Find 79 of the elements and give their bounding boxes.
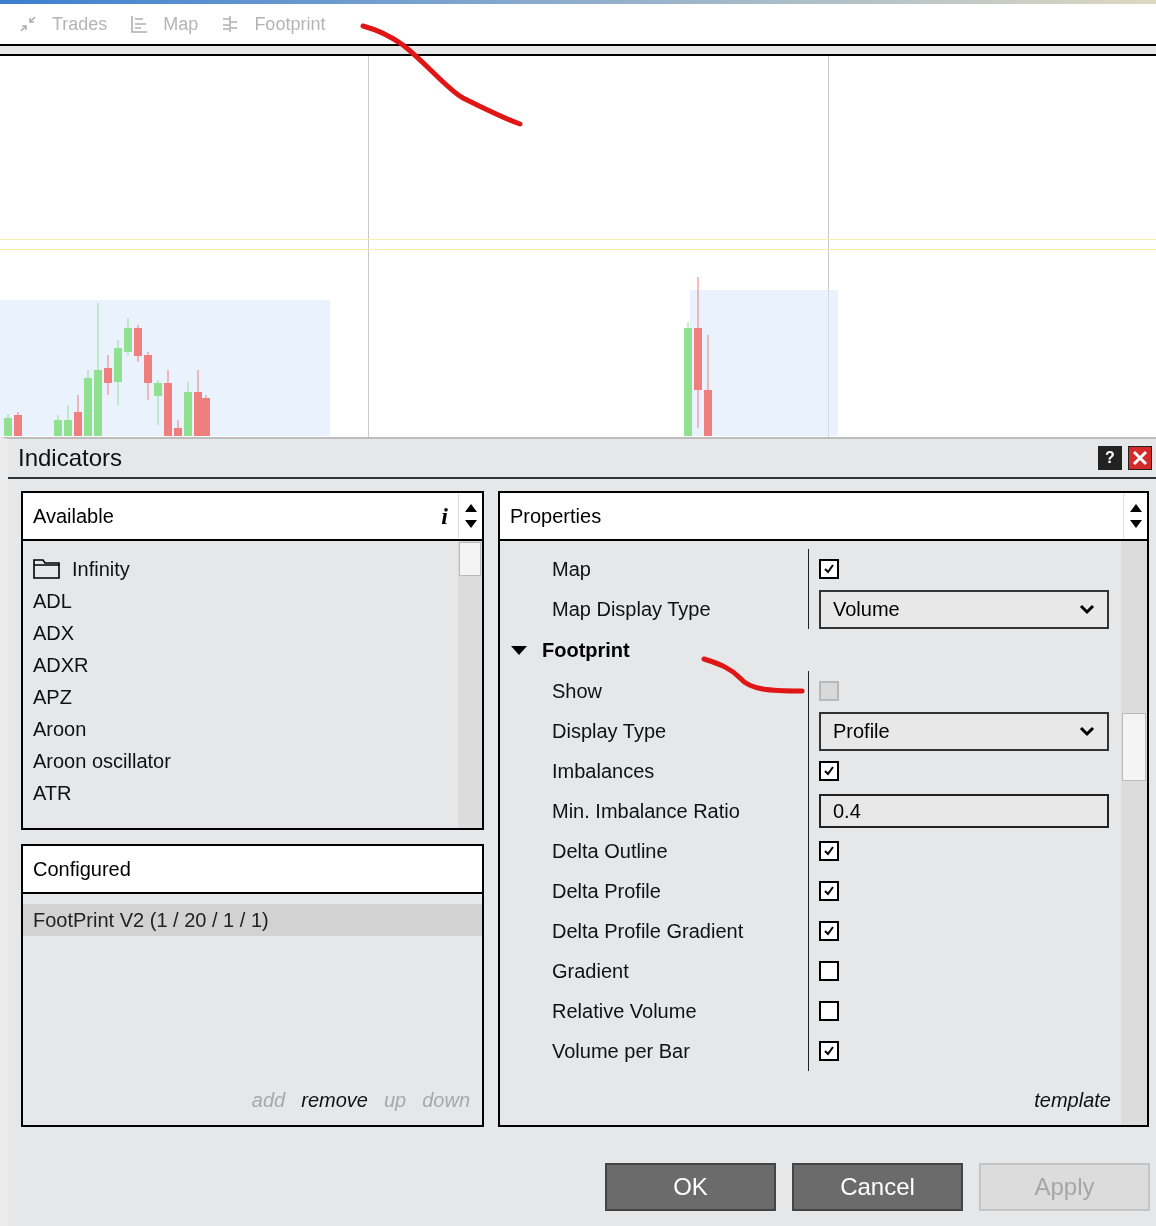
checkbox[interactable] <box>819 881 839 901</box>
input-field[interactable]: 0.4 <box>819 794 1109 828</box>
candlestick <box>184 381 192 437</box>
property-label: Delta Outline <box>551 839 669 864</box>
checkmark-icon <box>823 563 835 575</box>
caret-down-icon <box>510 644 528 656</box>
close-button[interactable] <box>1128 446 1152 470</box>
candlestick <box>84 369 92 437</box>
bar-lines-icon <box>129 14 150 34</box>
property-label: Imbalances <box>551 759 656 784</box>
configured-item[interactable]: FootPrint V2 (1 / 20 / 1 / 1) <box>23 904 482 936</box>
candlestick <box>154 379 162 426</box>
collapse-arrows-icon <box>18 14 38 34</box>
indicator-item[interactable]: ADL <box>33 585 458 617</box>
dialog-button[interactable]: OK <box>605 1163 776 1211</box>
candlestick <box>144 351 152 401</box>
dialog-button[interactable]: Cancel <box>792 1163 963 1211</box>
property-label: Display Type <box>551 719 668 744</box>
folder-icon <box>33 559 60 579</box>
scrollbar[interactable] <box>1121 541 1147 1125</box>
property-label: Show <box>551 679 604 704</box>
group-header[interactable]: Footprint <box>500 629 1121 671</box>
panel-title: Configured <box>32 857 131 882</box>
candlestick <box>164 369 172 437</box>
checkmark-icon <box>823 925 835 937</box>
checkbox[interactable] <box>819 1001 839 1021</box>
arrow-up-icon <box>1129 504 1142 512</box>
panel-title: Available <box>32 504 115 529</box>
indicator-item[interactable]: APZ <box>33 681 458 713</box>
candlestick <box>14 411 22 437</box>
checkmark-icon <box>823 845 835 857</box>
candlestick <box>104 354 112 396</box>
candlestick <box>4 413 12 437</box>
info-button[interactable]: i <box>431 498 458 534</box>
checkmark-icon <box>823 885 835 897</box>
property-label: Delta Profile Gradient <box>551 919 745 944</box>
candlestick <box>64 404 72 437</box>
indicator-item[interactable]: Aroon oscillator <box>33 745 458 777</box>
property-label: Map Display Type <box>551 597 712 622</box>
property-label: Delta Profile <box>551 879 662 904</box>
checkbox[interactable] <box>819 559 839 579</box>
dropdown[interactable]: Volume <box>819 589 1109 629</box>
checkmark-icon <box>823 1045 835 1057</box>
pane-separator[interactable] <box>0 44 1156 56</box>
candlestick <box>74 394 82 437</box>
arrow-down-icon <box>1129 520 1142 528</box>
indicator-item[interactable]: Infinity <box>33 553 458 585</box>
indicator-item[interactable]: ADX <box>33 617 458 649</box>
chevron-down-icon <box>1079 603 1095 615</box>
indicator-item[interactable]: Aroon <box>33 713 458 745</box>
panel-title: Properties <box>509 504 603 529</box>
candlestick <box>174 419 182 437</box>
indicator-item[interactable]: ATR <box>33 777 458 809</box>
template-link[interactable]: template <box>1034 1085 1111 1115</box>
property-label: Gradient <box>551 959 630 984</box>
checkbox[interactable] <box>819 761 839 781</box>
candlestick <box>54 414 62 437</box>
candlestick <box>124 317 132 356</box>
action-link[interactable]: remove <box>301 1085 368 1115</box>
scrollbar[interactable] <box>458 541 482 828</box>
checkbox[interactable] <box>819 1041 839 1061</box>
checkmark-icon <box>823 765 835 777</box>
dropdown[interactable]: Profile <box>819 711 1109 751</box>
checkbox[interactable] <box>819 841 839 861</box>
property-label: Volume per Bar <box>551 1039 691 1064</box>
property-label: Map <box>551 557 592 582</box>
candlestick <box>134 324 142 363</box>
chevron-down-icon <box>1079 725 1095 737</box>
arrow-up-icon <box>464 504 477 512</box>
close-icon <box>1132 450 1148 466</box>
help-button[interactable]: ? <box>1098 446 1122 470</box>
checkbox[interactable] <box>819 961 839 981</box>
indicator-item[interactable]: ADXR <box>33 649 458 681</box>
dialog-title: Indicators <box>18 443 123 473</box>
checkbox[interactable] <box>819 921 839 941</box>
arrow-down-icon <box>464 520 477 528</box>
candlestick <box>114 339 122 406</box>
property-label: Relative Volume <box>551 999 698 1024</box>
property-label: Min. Imbalance Ratio <box>551 799 741 824</box>
